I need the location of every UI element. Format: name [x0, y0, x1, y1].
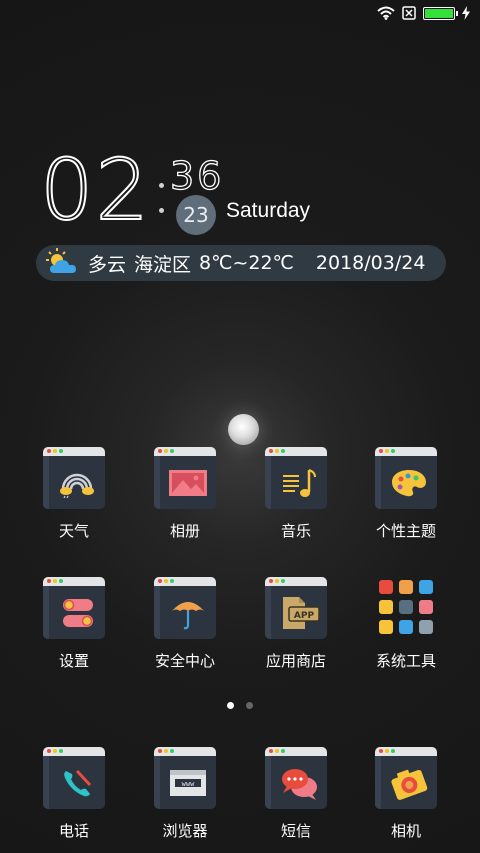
- app-gallery[interactable]: 相册: [135, 447, 235, 541]
- lightning-icon: [462, 6, 470, 20]
- chat-bubbles-icon: [265, 747, 327, 809]
- folder-grid-icon: [375, 577, 437, 639]
- weekday-label: Saturday: [226, 199, 311, 222]
- phone-icon: [43, 747, 105, 809]
- day-of-month: 23: [176, 195, 216, 235]
- svg-text:www: www: [182, 780, 195, 788]
- app-label: 应用商店: [265, 652, 326, 670]
- battery-fill: [425, 8, 453, 18]
- app-label: 系统工具: [375, 652, 436, 670]
- app-label: 天气: [58, 522, 89, 540]
- weather-date: 2018/03/24: [315, 252, 426, 274]
- page-dot[interactable]: [246, 702, 253, 709]
- app-label: 个性主题: [375, 522, 436, 540]
- weather-bar[interactable]: 多云 海淀区 8℃~22℃ 2018/03/24: [36, 245, 446, 281]
- rainbow-icon: [43, 447, 105, 509]
- umbrella-icon: [154, 577, 216, 639]
- dock-browser[interactable]: www 浏览器: [135, 747, 235, 841]
- palette-icon: [375, 447, 437, 509]
- page-indicator[interactable]: [0, 702, 480, 709]
- status-bar: [0, 0, 480, 26]
- app-file-icon: APP: [265, 577, 327, 639]
- app-label: 相机: [390, 822, 421, 840]
- moon-image: [228, 414, 259, 445]
- app-music[interactable]: 音乐: [246, 447, 346, 541]
- dock-camera[interactable]: 相机: [356, 747, 456, 841]
- svg-text:APP: APP: [294, 611, 315, 621]
- clock-hour[interactable]: 02: [39, 147, 151, 233]
- toggle-switch-icon: [43, 577, 105, 639]
- page-dot-active[interactable]: [227, 702, 234, 709]
- app-app-store[interactable]: APP 应用商店: [246, 577, 346, 671]
- app-label: 安全中心: [154, 652, 215, 670]
- partly-cloudy-icon: [46, 247, 80, 279]
- clock-separator-dot: [159, 183, 164, 188]
- dock-phone[interactable]: 电话: [24, 747, 124, 841]
- photo-icon: [154, 447, 216, 509]
- dock-messages[interactable]: 短信: [246, 747, 346, 841]
- weather-condition: 多云: [88, 253, 127, 276]
- app-security-center[interactable]: 安全中心: [135, 577, 235, 671]
- clock-separator-dot: [159, 208, 164, 213]
- app-label: 相册: [169, 522, 200, 540]
- app-weather[interactable]: 天气: [24, 447, 124, 541]
- folder-system-tools[interactable]: 系统工具: [356, 577, 456, 671]
- music-note-icon: [265, 447, 327, 509]
- app-label: 设置: [58, 652, 89, 670]
- app-label: 音乐: [280, 522, 311, 540]
- battery-indicator: [423, 6, 458, 20]
- app-label: 电话: [58, 822, 89, 840]
- weather-district: 海淀区: [134, 253, 192, 276]
- app-settings[interactable]: 设置: [24, 577, 124, 671]
- weather-temperature: 8℃~22℃: [199, 252, 294, 274]
- browser-www-icon: www: [154, 747, 216, 809]
- clock-minute[interactable]: 36: [169, 155, 224, 196]
- wifi-icon: [377, 6, 395, 20]
- no-sim-icon: [402, 6, 416, 20]
- app-label: 浏览器: [162, 822, 208, 840]
- camera-icon: [375, 747, 437, 809]
- app-themes[interactable]: 个性主题: [356, 447, 456, 541]
- app-label: 短信: [280, 822, 311, 840]
